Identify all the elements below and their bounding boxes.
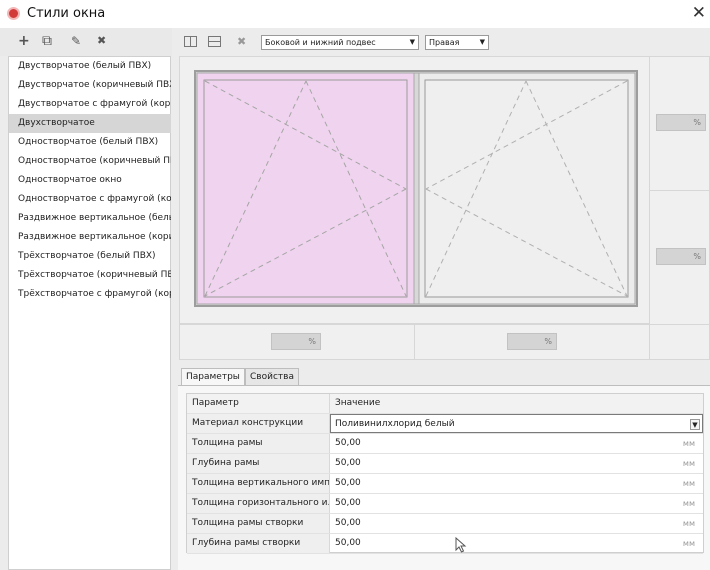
property-value[interactable]: 50,00: [335, 514, 635, 533]
window-title: Стили окна: [27, 6, 106, 21]
title-bar: Стили окна ✕: [0, 0, 710, 28]
add-icon[interactable]: +: [18, 33, 30, 49]
chevron-down-icon[interactable]: ▼: [690, 419, 700, 430]
left-sash-glass: [203, 79, 408, 298]
table-row[interactable]: Толщина рамы створки 50,00 мм: [187, 514, 703, 534]
list-item[interactable]: Двустворчатое (белый ПВХ): [9, 57, 171, 76]
styles-list: Двустворчатое (белый ПВХ) Двустворчатое …: [8, 56, 171, 570]
property-value[interactable]: 50,00: [335, 454, 635, 473]
hinge-side-value: Правая: [429, 38, 460, 47]
property-grid: Параметр Значение Материал конструкции П…: [186, 393, 704, 554]
column-header-value: Значение: [335, 394, 635, 413]
opening-type-dropdown[interactable]: Боковой и нижний подвес ▼: [261, 35, 419, 50]
property-name: Глубина рамы: [187, 454, 330, 473]
property-unit: мм: [682, 459, 695, 468]
left-column-percent-field[interactable]: %: [271, 333, 321, 350]
property-value[interactable]: 50,00: [335, 534, 635, 553]
window-preview: % % % %: [179, 56, 710, 360]
grid-header: Параметр Значение: [187, 394, 703, 414]
table-row[interactable]: Толщина горизонтального и... 50,00 мм: [187, 494, 703, 514]
property-value: Поливинилхлорид белый: [335, 419, 455, 429]
list-item-selected[interactable]: Двухстворчатое: [9, 114, 171, 133]
app-window-icon: [7, 7, 20, 20]
list-item[interactable]: Двустворчатое с фрамугой (коричн: [9, 95, 171, 114]
chevron-down-icon: ▼: [409, 38, 415, 46]
property-unit: мм: [682, 539, 695, 548]
chevron-down-icon: ▼: [479, 38, 485, 46]
opening-type-value: Боковой и нижний подвес: [265, 38, 376, 47]
property-unit: мм: [682, 479, 695, 488]
tab-parameters[interactable]: Параметры: [181, 368, 245, 386]
table-row[interactable]: Глубина рамы 50,00 мм: [187, 454, 703, 474]
list-item[interactable]: Одностворчатое с фрамугой (кори: [9, 190, 171, 209]
copy-icon[interactable]: ⧉: [42, 33, 52, 49]
mouse-cursor-icon: [455, 537, 467, 553]
property-name: Толщина рамы створки: [187, 514, 330, 533]
property-name: Толщина рамы: [187, 434, 330, 453]
property-unit: мм: [682, 519, 695, 528]
table-row[interactable]: Глубина рамы створки 50,00 мм: [187, 534, 703, 554]
hinge-side-dropdown[interactable]: Правая ▼: [425, 35, 489, 50]
property-value[interactable]: 50,00: [335, 494, 635, 513]
list-item[interactable]: Двустворчатое (коричневый ПВХ): [9, 76, 171, 95]
property-name: Глубина рамы створки: [187, 534, 330, 553]
top-row-percent-field[interactable]: %: [656, 114, 706, 131]
property-unit: мм: [682, 439, 695, 448]
column-header-param: Параметр: [187, 394, 330, 413]
tab-properties[interactable]: Свойства: [245, 368, 299, 386]
styles-toolbar: + ⧉ ✎ ✖: [0, 28, 172, 56]
property-name: Толщина вертикального имп...: [187, 474, 330, 493]
list-item[interactable]: Одностворчатое окно: [9, 171, 171, 190]
list-item[interactable]: Трёхстворчатое с фрамугой (кори: [9, 285, 171, 304]
property-value[interactable]: 50,00: [335, 474, 635, 493]
list-item[interactable]: Раздвижное вертикальное (коричн: [9, 228, 171, 247]
table-row[interactable]: Материал конструкции Поливинилхлорид бел…: [187, 414, 703, 434]
window-drawing[interactable]: [194, 70, 639, 308]
split-horizontal-icon[interactable]: [208, 36, 221, 47]
mullion: [413, 72, 420, 305]
sash-toolbar: ✖ Боковой и нижний подвес ▼ Правая ▼: [172, 28, 710, 56]
list-item[interactable]: Раздвижное вертикальное (белый: [9, 209, 171, 228]
property-unit: мм: [682, 499, 695, 508]
right-column-percent-field[interactable]: %: [507, 333, 557, 350]
list-item[interactable]: Одностворчатое (коричневый ПВХ: [9, 152, 171, 171]
property-name: Толщина горизонтального и...: [187, 494, 330, 513]
property-name: Материал конструкции: [187, 414, 330, 433]
edit-icon[interactable]: ✎: [71, 33, 81, 49]
material-dropdown[interactable]: Поливинилхлорид белый ▼: [330, 414, 703, 433]
table-row[interactable]: Толщина вертикального имп... 50,00 мм: [187, 474, 703, 494]
list-item[interactable]: Одностворчатое (белый ПВХ): [9, 133, 171, 152]
bottom-row-percent-field[interactable]: %: [656, 248, 706, 265]
remove-split-icon[interactable]: ✖: [237, 35, 246, 49]
split-vertical-icon[interactable]: [184, 36, 197, 47]
close-icon[interactable]: ✕: [692, 3, 706, 23]
delete-icon[interactable]: ✖: [97, 33, 106, 49]
table-row[interactable]: Толщина рамы 50,00 мм: [187, 434, 703, 454]
list-item[interactable]: Трёхстворчатое (белый ПВХ): [9, 247, 171, 266]
right-sash-glass: [424, 79, 629, 298]
property-value[interactable]: 50,00: [335, 434, 635, 453]
list-item[interactable]: Трёхстворчатое (коричневый ПВХ: [9, 266, 171, 285]
